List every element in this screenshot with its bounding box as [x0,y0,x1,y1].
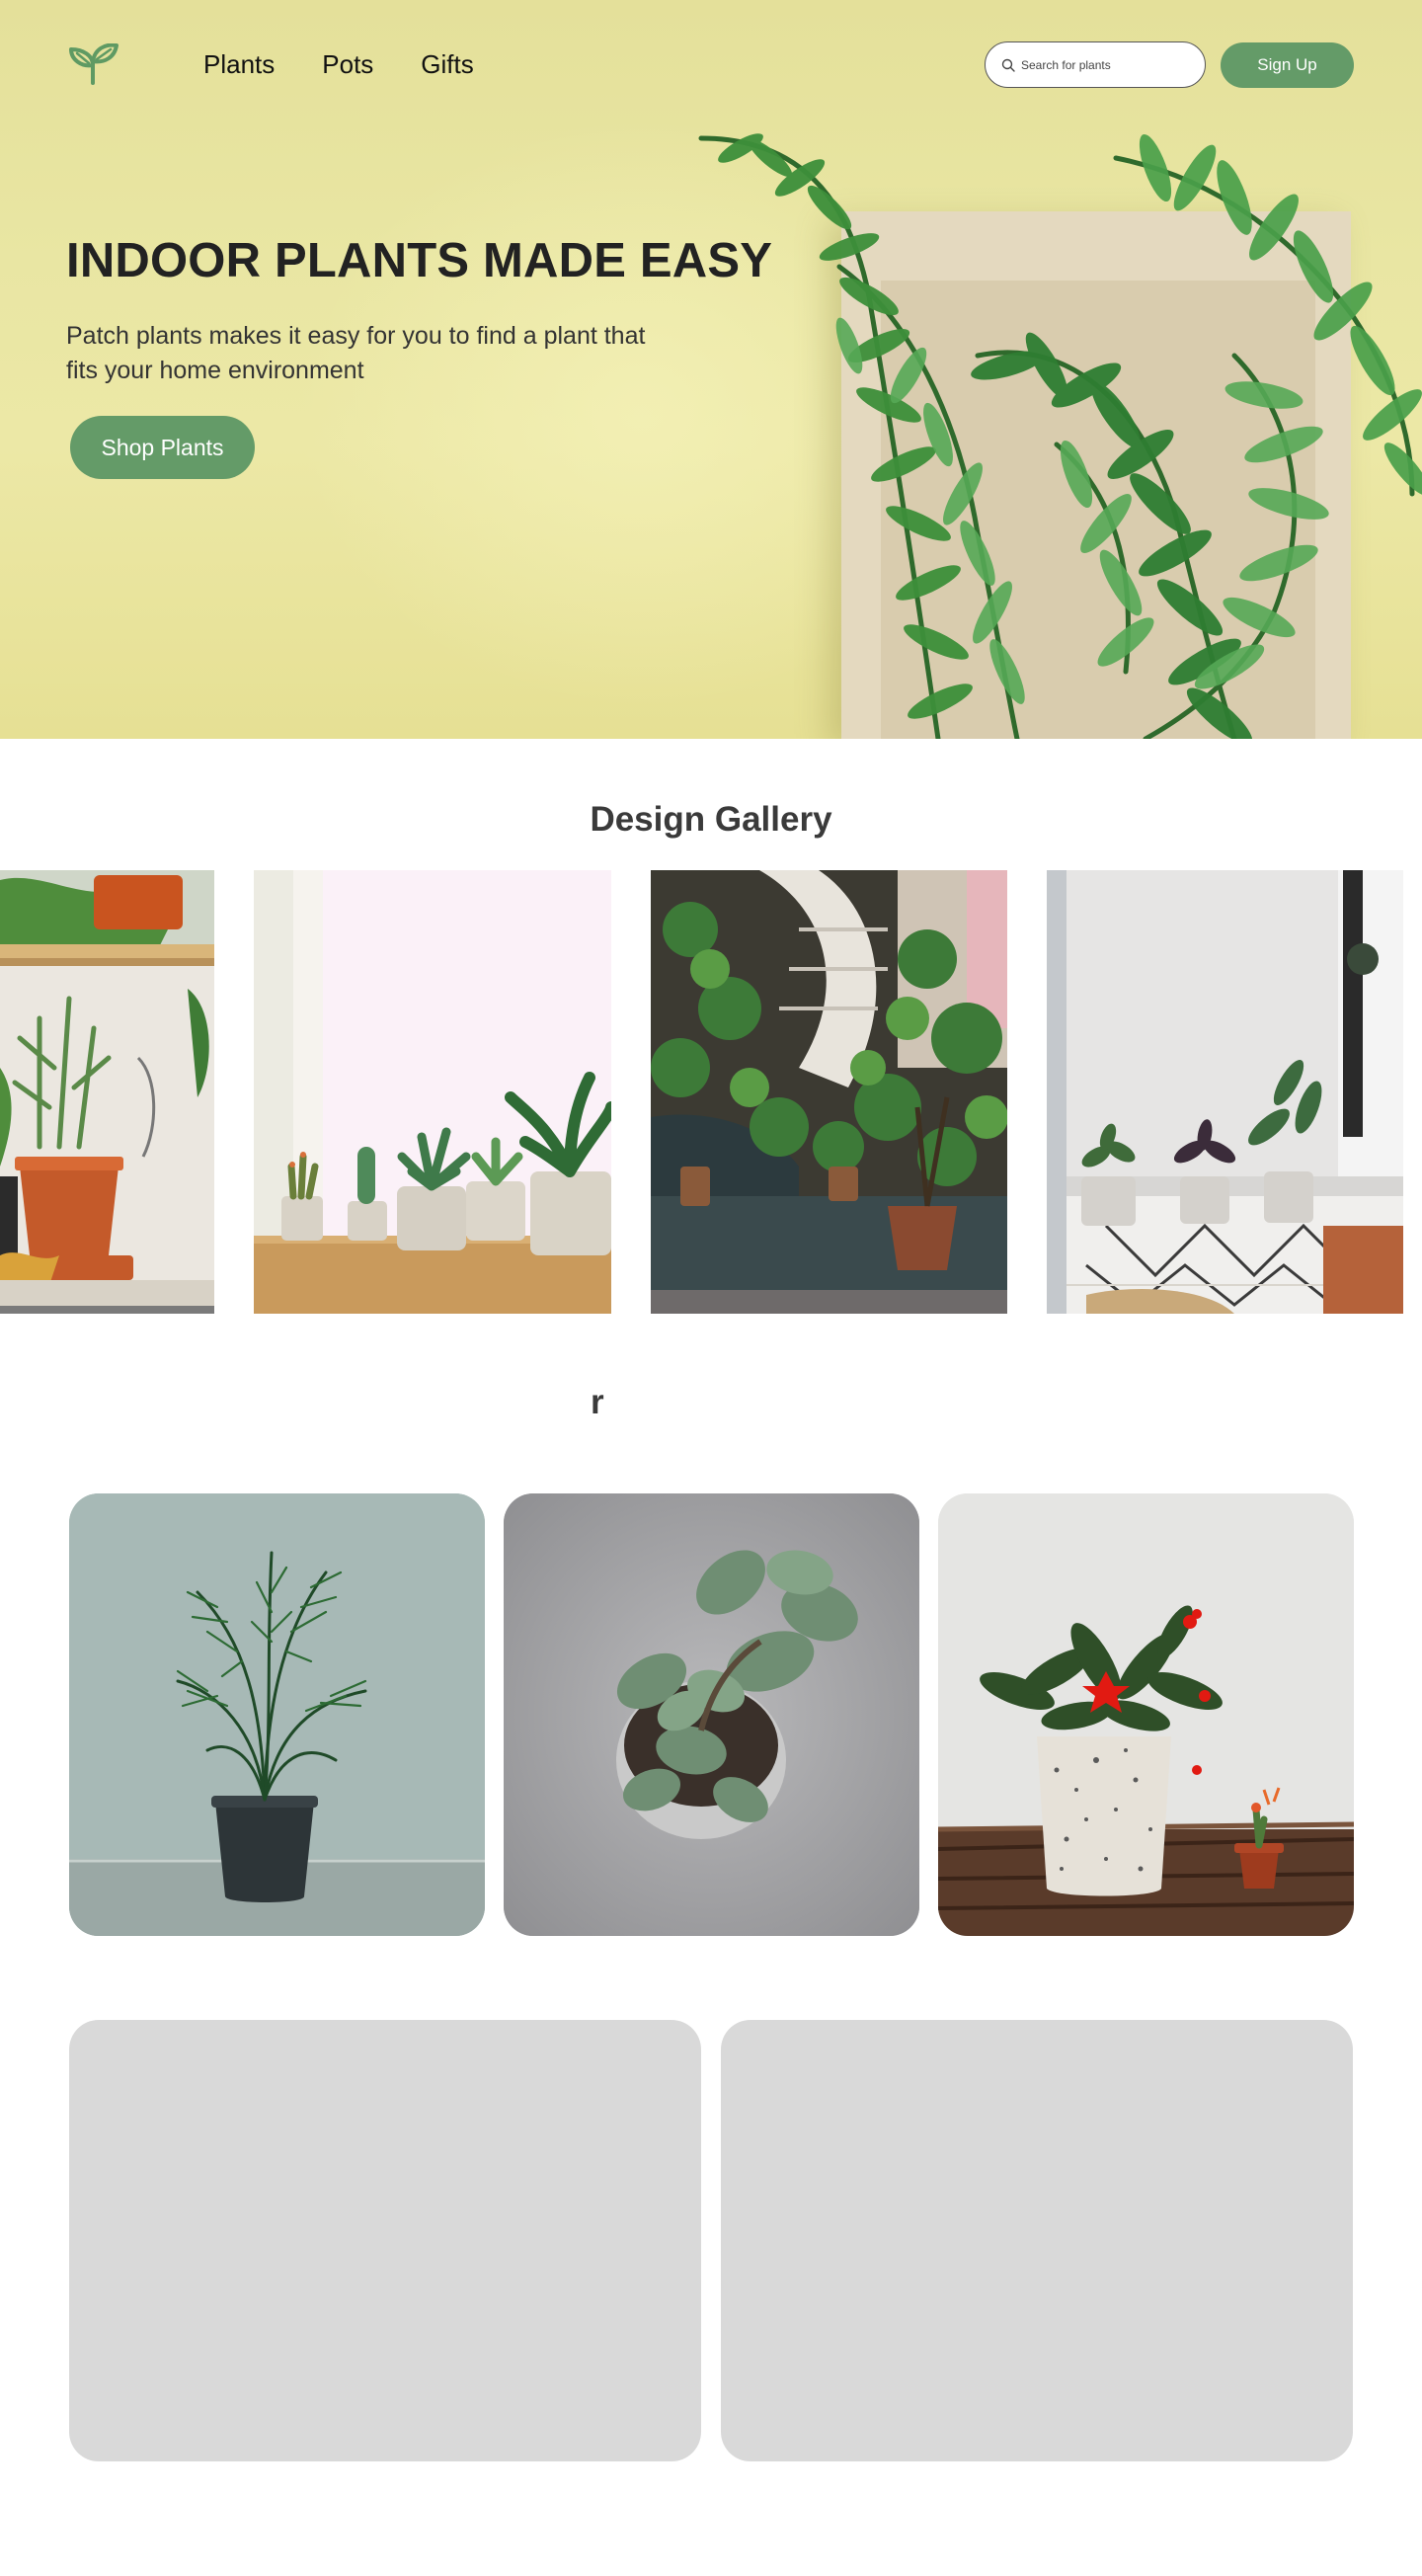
plant-card-palm[interactable] [69,1493,485,1936]
hero-title: INDOOR PLANTS MADE EASY [66,234,773,287]
plant-card-succulent[interactable] [504,1493,919,1936]
nav-links: Plants Pots Gifts [203,49,474,80]
search-input[interactable] [1021,57,1199,72]
nav-link-plants[interactable]: Plants [203,49,275,80]
category-section-title: r [591,1383,604,1421]
placeholder-card-left [69,2020,701,2461]
shelf-plants-image [0,870,214,1314]
shop-plants-button[interactable]: Shop Plants [70,416,255,479]
search-box[interactable] [985,41,1206,88]
hero-subtitle: Patch plants makes it easy for you to fi… [66,322,646,384]
hero-section: Plants Pots Gifts Sign Up INDOOR PLANTS … [0,0,1422,739]
flowering-plant-image [938,1493,1354,1936]
palm-plant-image [69,1493,485,1936]
succulent-plant-image [504,1493,919,1936]
gallery-image-staircase[interactable] [651,870,1007,1314]
sprout-icon[interactable] [67,43,118,85]
top-nav: Plants Pots Gifts Sign Up [0,0,1422,130]
placeholder-card-right [721,2020,1353,2461]
nav-link-pots[interactable]: Pots [322,49,373,80]
gallery-image-windowsill[interactable] [254,870,611,1314]
plant-card-flowering[interactable] [938,1493,1354,1936]
living-room-plants-image [1047,870,1403,1314]
nav-link-gifts[interactable]: Gifts [421,49,473,80]
windowsill-succulents-image [254,870,611,1314]
sign-up-button[interactable]: Sign Up [1221,42,1354,88]
gallery-image-shelf[interactable] [0,870,214,1314]
gallery-title: Design Gallery [590,800,832,839]
staircase-plants-image [651,870,1007,1314]
gallery-image-living-room[interactable] [1047,870,1403,1314]
fern-illustration [698,133,1422,739]
search-icon [1001,58,1015,72]
